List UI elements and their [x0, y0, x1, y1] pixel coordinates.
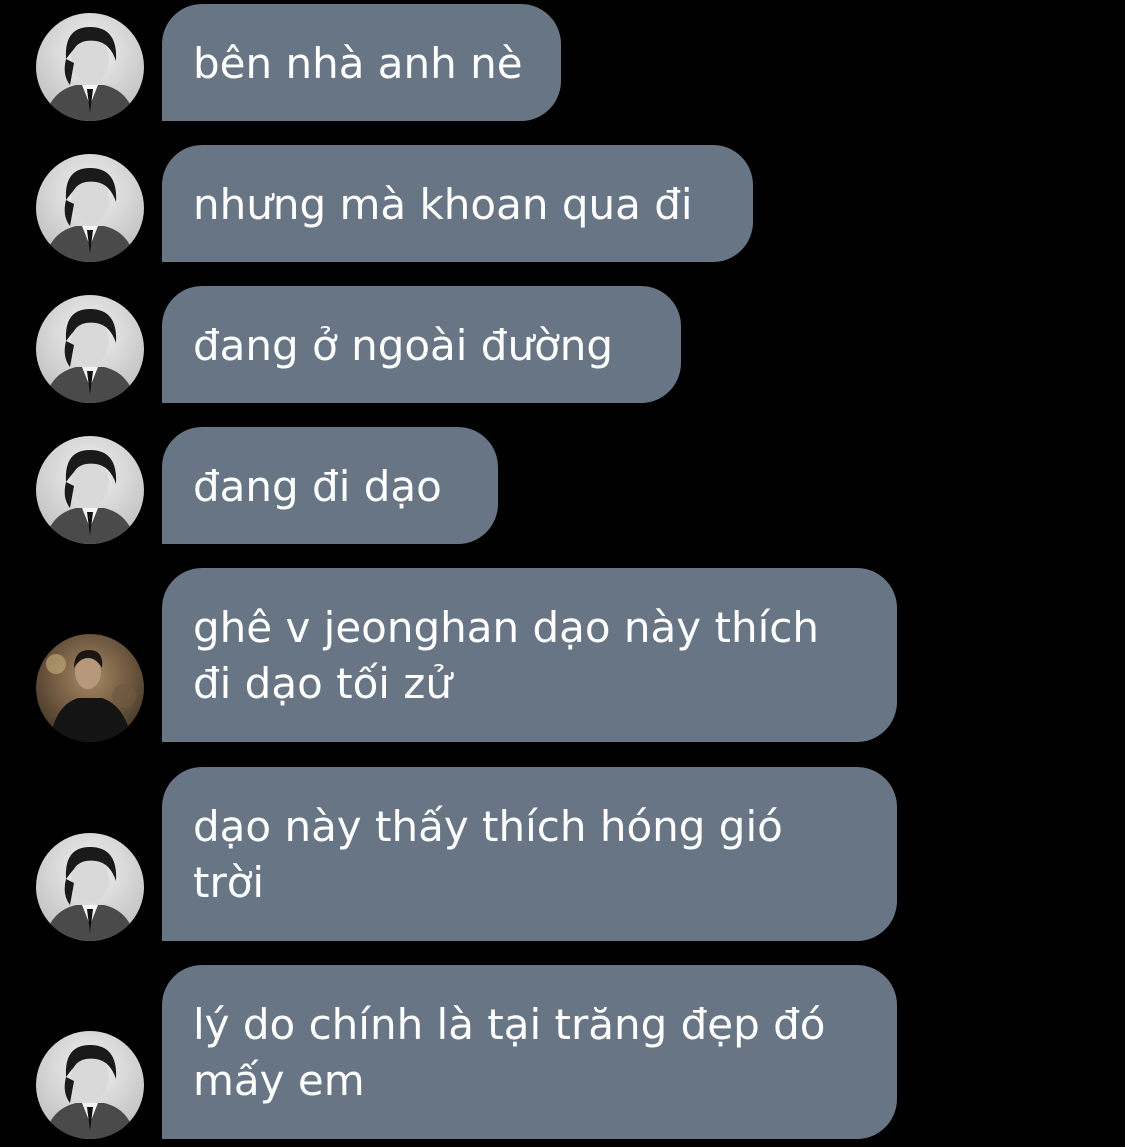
message-row: đang ở ngoài đường	[0, 286, 1125, 403]
message-bubble[interactable]: đang ở ngoài đường	[162, 286, 681, 403]
message-bubble[interactable]: lý do chính là tại trăng đẹp đó mấy em	[162, 965, 897, 1139]
message-row: ghê v jeonghan dạo này thích đi dạo tối …	[0, 568, 1125, 742]
message-bubble[interactable]: bên nhà anh nè	[162, 4, 561, 121]
message-text: mấy em	[193, 1056, 365, 1105]
message-row: đang đi dạo	[0, 427, 1125, 544]
message-row: bên nhà anh nè	[0, 4, 1125, 121]
black-and-white-portrait-avatar-icon	[36, 436, 144, 544]
message-text: đang đi dạo	[193, 462, 442, 511]
avatar[interactable]	[36, 154, 144, 262]
black-and-white-portrait-avatar-icon	[36, 154, 144, 262]
color-portrait-avatar-icon	[36, 634, 144, 742]
message-bubble[interactable]: dạo này thấy thích hóng gió trời	[162, 767, 897, 941]
black-and-white-portrait-avatar-icon	[36, 833, 144, 941]
message-row: dạo này thấy thích hóng gió trời	[0, 767, 1125, 941]
avatar[interactable]	[36, 634, 144, 742]
message-text: bên nhà anh nè	[193, 39, 523, 88]
message-row: lý do chính là tại trăng đẹp đó mấy em	[0, 965, 1125, 1139]
avatar[interactable]	[36, 436, 144, 544]
black-and-white-portrait-avatar-icon	[36, 295, 144, 403]
message-text: lý do chính là tại trăng đẹp đó	[193, 1000, 826, 1049]
avatar[interactable]	[36, 833, 144, 941]
message-bubble[interactable]: ghê v jeonghan dạo này thích đi dạo tối …	[162, 568, 897, 742]
message-bubble[interactable]: nhưng mà khoan qua đi	[162, 145, 753, 262]
message-text: nhưng mà khoan qua đi	[193, 180, 693, 229]
message-text: ghê v jeonghan dạo này thích	[193, 603, 819, 652]
black-and-white-portrait-avatar-icon	[36, 13, 144, 121]
message-row: nhưng mà khoan qua đi	[0, 145, 1125, 262]
black-and-white-portrait-avatar-icon	[36, 1031, 144, 1139]
avatar[interactable]	[36, 13, 144, 121]
message-text: đi dạo tối zử	[193, 659, 452, 708]
message-text: trời	[193, 858, 265, 907]
message-bubble[interactable]: đang đi dạo	[162, 427, 498, 544]
avatar[interactable]	[36, 1031, 144, 1139]
avatar[interactable]	[36, 295, 144, 403]
message-text: dạo này thấy thích hóng gió	[193, 802, 783, 851]
message-text: đang ở ngoài đường	[193, 321, 614, 370]
chat-thread: bên nhà anh nè nhưng mà khoan qua đi đan…	[0, 0, 1125, 1147]
